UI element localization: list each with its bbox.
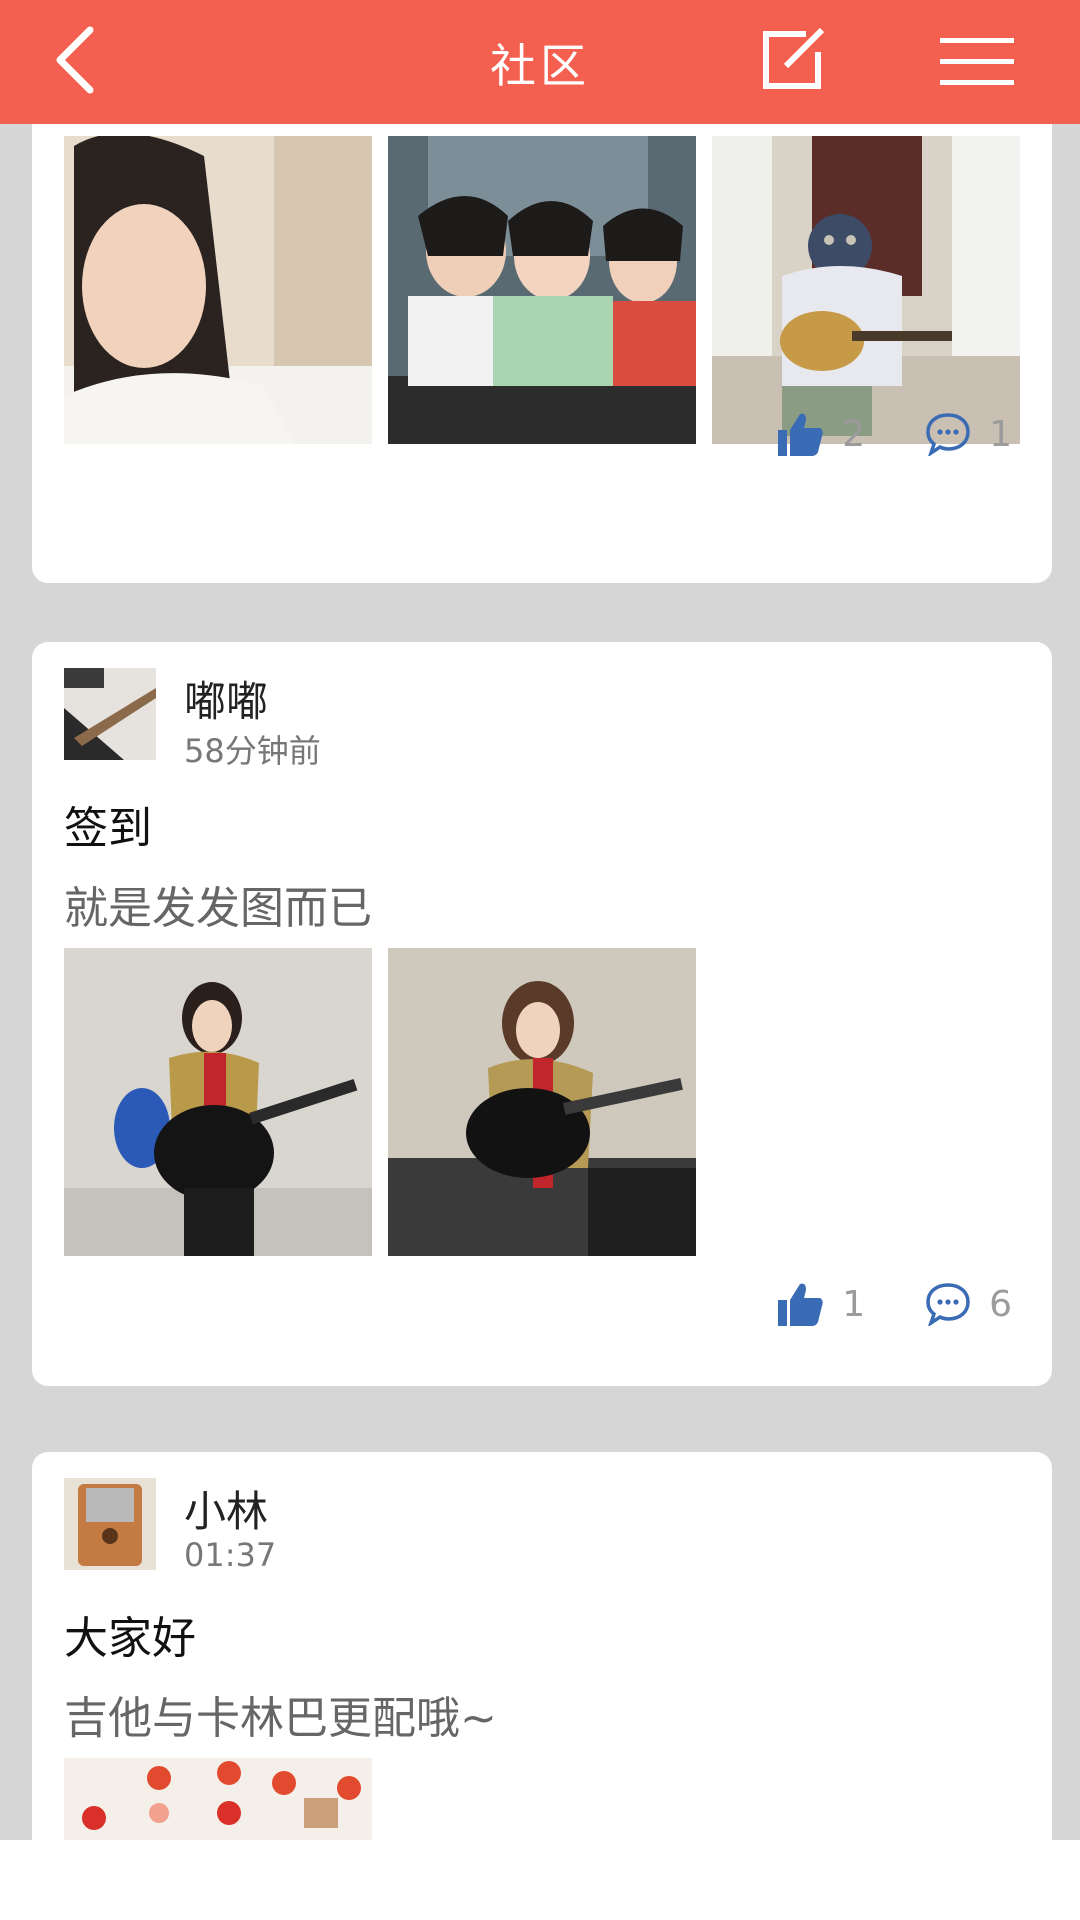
post-body: 吉他与卡林巴更配哦~ [64,1693,497,1744]
comment-bubble-icon [926,413,970,456]
comment-bubble-icon [926,1283,970,1326]
post-image-grid [64,1758,372,1840]
like-button[interactable]: 1 [778,1282,865,1326]
like-button[interactable]: 2 [778,412,865,456]
post-card[interactable]: 2 1 [32,124,1052,583]
post-image-portrait[interactable] [64,136,372,444]
comment-button[interactable]: 6 [925,1282,1012,1326]
post-actions: 1 6 [778,1282,1012,1326]
avatar[interactable] [64,1478,156,1570]
like-count: 2 [842,413,866,455]
like-count: 1 [842,1283,866,1325]
post-actions: 2 1 [778,412,1012,456]
post-time: 58分钟前 [184,732,321,770]
compose-icon[interactable] [760,28,830,92]
post-title: 签到 [64,803,152,854]
post-title: 大家好 [64,1613,196,1664]
comment-button[interactable]: 1 [925,412,1012,456]
post-feed[interactable]: 2 1 嘟嘟 58分钟前 签到 就是发发图而已 1 6 小林 01:37 大家好… [0,124,1080,1840]
post-image-grid [64,136,1020,444]
post-time: 01:37 [184,1536,277,1574]
post-image-decoration[interactable] [64,1758,372,1840]
thumbs-up-icon [778,413,823,456]
post-image-guitar-1[interactable] [64,948,372,1256]
post-image-grid [64,948,696,1256]
page-title: 社区 [490,39,590,93]
post-image-guitar-2[interactable] [388,948,696,1256]
top-navigation-bar: 社区 [0,0,1080,124]
post-card[interactable]: 小林 01:37 大家好 吉他与卡林巴更配哦~ [32,1452,1052,1840]
thumbs-up-icon [778,1283,823,1326]
hamburger-menu-icon[interactable] [940,36,1014,88]
bottom-blank-area [0,1840,1080,1920]
comment-count: 1 [989,413,1012,455]
comment-count: 6 [989,1283,1012,1325]
post-image-group[interactable] [388,136,696,444]
post-image-guitar-player[interactable] [712,136,1020,444]
username[interactable]: 嘟嘟 [184,668,268,729]
avatar[interactable] [64,668,156,760]
post-body: 就是发发图而已 [64,883,372,934]
post-card[interactable]: 嘟嘟 58分钟前 签到 就是发发图而已 1 6 [32,642,1052,1386]
username[interactable]: 小林 [184,1478,268,1539]
